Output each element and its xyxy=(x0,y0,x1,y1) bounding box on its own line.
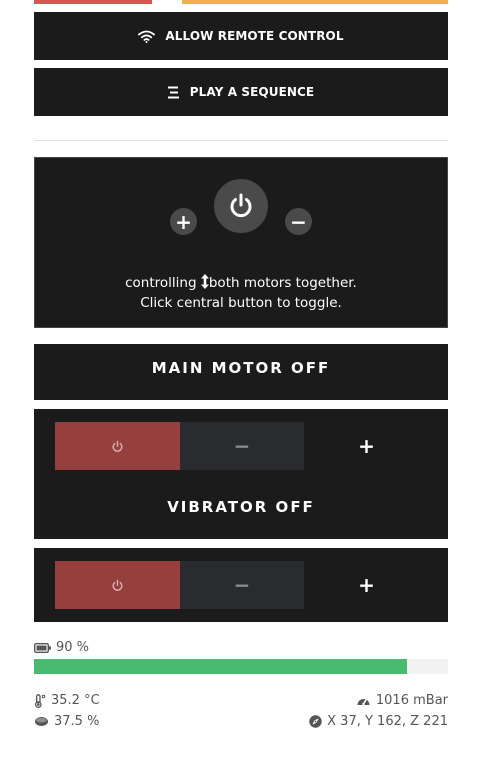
power-icon xyxy=(111,440,124,453)
plus-icon: + xyxy=(175,209,192,234)
minus-icon: − xyxy=(290,209,307,234)
section-divider xyxy=(34,140,448,141)
main-motor-increase-button[interactable]: + xyxy=(304,422,429,470)
vibrator-title: VIBRATOR OFF xyxy=(167,498,315,516)
pressure-readout: 1016 mBar xyxy=(356,693,448,708)
position-value: X 37, Y 162, Z 221 xyxy=(327,714,448,729)
main-motor-separator xyxy=(34,400,448,409)
controller-text-before: controlling xyxy=(125,275,197,291)
allow-remote-control-button[interactable]: ALLOW REMOTE CONTROL xyxy=(34,12,448,60)
vibrator-controls: − + xyxy=(55,561,429,609)
battery-icon xyxy=(34,642,51,653)
temperature-readout: 35.2 °C xyxy=(34,693,100,708)
humidity-readout: 37.5 % xyxy=(34,714,99,729)
battery-progress-fill xyxy=(34,659,407,674)
play-sequence-button[interactable]: PLAY A SEQUENCE xyxy=(34,68,448,116)
vibrator-power-button[interactable] xyxy=(55,561,180,609)
humidity-value: 37.5 % xyxy=(54,714,100,729)
play-sequence-label: PLAY A SEQUENCE xyxy=(189,85,315,99)
top-status-bar xyxy=(34,0,448,4)
up-down-arrow-icon xyxy=(200,274,209,293)
top-bar-right-segment xyxy=(182,0,448,4)
main-motor-decrease-button[interactable]: − xyxy=(180,422,304,470)
plus-icon: + xyxy=(358,434,375,458)
battery-label: 90 % xyxy=(56,640,90,655)
vibrator-card: VIBRATOR OFF − + xyxy=(34,483,448,622)
main-motor-power-button[interactable] xyxy=(55,422,180,470)
main-motor-controls: − + xyxy=(55,422,429,470)
vibrator-decrease-button[interactable]: − xyxy=(180,561,304,609)
gauge-icon xyxy=(356,694,371,707)
controller-description-line1: controlling both motors together. xyxy=(35,274,447,293)
decrease-both-button[interactable]: − xyxy=(285,208,312,235)
main-motor-title: MAIN MOTOR OFF xyxy=(151,359,331,377)
position-readout: X 37, Y 162, Z 221 xyxy=(309,714,448,729)
wifi-icon xyxy=(138,30,156,43)
vibrator-separator xyxy=(34,539,448,548)
controller-text-after: both motors together. xyxy=(208,275,357,291)
thermometer-icon xyxy=(34,693,46,708)
vibrator-increase-button[interactable]: + xyxy=(304,561,429,609)
top-bar-left-segment xyxy=(34,0,152,4)
motor-controller-panel: + − controlling both motors together. Cl… xyxy=(34,157,448,328)
toggle-both-power-button[interactable] xyxy=(214,179,268,233)
battery-level: 90 % xyxy=(34,640,89,655)
humidity-icon xyxy=(34,716,49,727)
pressure-value: 1016 mBar xyxy=(375,693,448,708)
power-icon xyxy=(226,191,256,221)
minus-icon: − xyxy=(233,434,251,458)
increase-both-button[interactable]: + xyxy=(170,208,197,235)
plus-icon: + xyxy=(358,573,375,597)
power-icon xyxy=(111,579,124,592)
list-icon xyxy=(167,86,180,99)
compass-icon xyxy=(309,715,322,728)
battery-progress-bar xyxy=(34,659,448,674)
minus-icon: − xyxy=(233,573,251,597)
controller-description-line2: Click central button to toggle. xyxy=(140,295,342,311)
allow-remote-control-label: ALLOW REMOTE CONTROL xyxy=(165,29,344,43)
main-motor-card: MAIN MOTOR OFF − + xyxy=(34,344,448,483)
temperature-value: 35.2 °C xyxy=(51,693,100,708)
